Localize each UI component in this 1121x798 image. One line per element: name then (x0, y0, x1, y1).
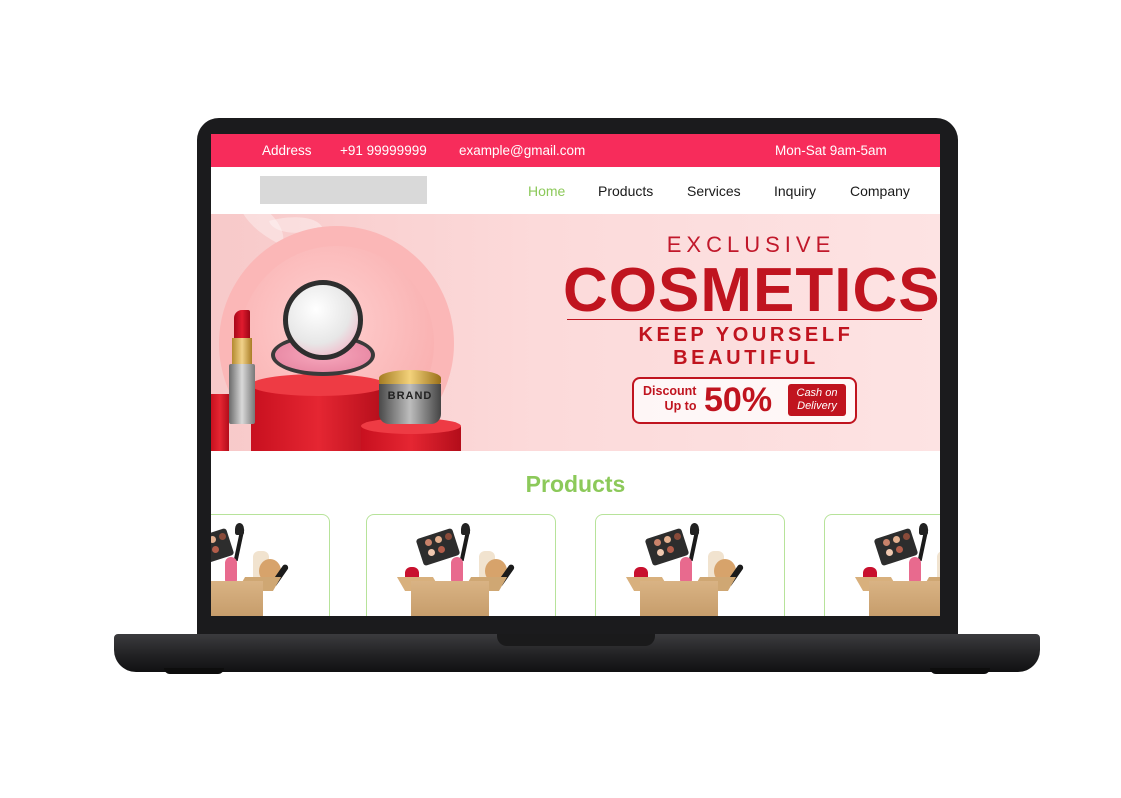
lipstick-image (451, 557, 463, 583)
main-navbar: Home Products Services Inquiry Company (211, 167, 940, 214)
palette-swatch (445, 533, 452, 540)
discount-label: Discount Up to (643, 384, 696, 414)
banner-divider (567, 319, 922, 320)
products-heading: Products (525, 471, 626, 497)
compact-mirror-image (283, 280, 363, 360)
lipstick-image (232, 338, 252, 366)
logo[interactable] (260, 176, 427, 204)
nav-products[interactable]: Products (598, 183, 653, 199)
hours-text: Mon-Sat 9am-5am (775, 143, 887, 158)
discount-label-line1: Discount (643, 384, 697, 398)
makeup-brush-image (235, 523, 244, 535)
palette-swatch (886, 549, 893, 556)
palette-swatch (425, 539, 432, 546)
palette-swatch (219, 533, 226, 540)
lipstick-image (225, 557, 237, 583)
discount-label-line2: Up to (664, 399, 697, 413)
banner-title: COSMETICS (563, 256, 940, 325)
pedestal-top (251, 374, 386, 396)
pedestal (211, 394, 229, 451)
palette-swatch (664, 536, 671, 543)
cod-line2: Delivery (797, 400, 837, 412)
laptop-notch (497, 634, 655, 646)
address-text[interactable]: Address (262, 143, 312, 158)
hero-banner[interactable]: BRAND EXCLUSIVE COSMETICS KEEP YOURSELF … (211, 214, 940, 451)
discount-value: 50% (704, 381, 773, 419)
laptop-foot (164, 668, 224, 674)
makeup-brush-image (461, 523, 470, 535)
palette-swatch (667, 546, 674, 553)
makeup-brush-image (919, 523, 928, 535)
palette-swatch (654, 539, 661, 546)
cardboard-box-image (411, 581, 489, 616)
banner-eyebrow: EXCLUSIVE (666, 232, 836, 257)
banner-tagline: KEEP YOURSELF BEAUTIFUL (638, 324, 854, 369)
palette-swatch (438, 546, 445, 553)
cream-jar-image: BRAND (379, 384, 441, 424)
product-card[interactable] (211, 514, 330, 616)
palette-swatch (896, 546, 903, 553)
cash-on-delivery-badge: Cash on Delivery (788, 384, 846, 416)
cardboard-box-image (869, 581, 940, 616)
palette-swatch (428, 549, 435, 556)
product-card[interactable] (824, 514, 940, 616)
cod-line1: Cash on (796, 387, 838, 399)
product-card[interactable] (595, 514, 785, 616)
nav-services[interactable]: Services (687, 183, 741, 199)
palette-swatch (674, 533, 681, 540)
lipstick-image (680, 557, 692, 583)
nav-inquiry[interactable]: Inquiry (774, 183, 816, 199)
discount-badge: Discount Up to 50% Cash on Delivery (632, 377, 857, 424)
laptop-foot (930, 668, 990, 674)
email-text[interactable]: example@gmail.com (459, 143, 585, 158)
nav-home[interactable]: Home (528, 183, 565, 199)
palette-swatch (435, 536, 442, 543)
makeup-brush-image (690, 523, 699, 535)
lipstick-image (909, 557, 921, 583)
laptop-screen: Address +91 99999999 example@gmail.com M… (211, 134, 940, 616)
phone-text[interactable]: +91 99999999 (340, 143, 427, 158)
lipstick-image (234, 310, 250, 340)
palette-swatch (893, 536, 900, 543)
product-card[interactable] (366, 514, 556, 616)
contact-topbar: Address +91 99999999 example@gmail.com M… (211, 134, 940, 167)
cardboard-box-image (640, 581, 718, 616)
palette-swatch (657, 549, 664, 556)
palette-swatch (903, 533, 910, 540)
palette-swatch (883, 539, 890, 546)
palette-swatch (212, 546, 219, 553)
nav-company[interactable]: Company (850, 183, 910, 199)
lipstick-image (229, 364, 255, 424)
cardboard-box-image (211, 581, 263, 616)
